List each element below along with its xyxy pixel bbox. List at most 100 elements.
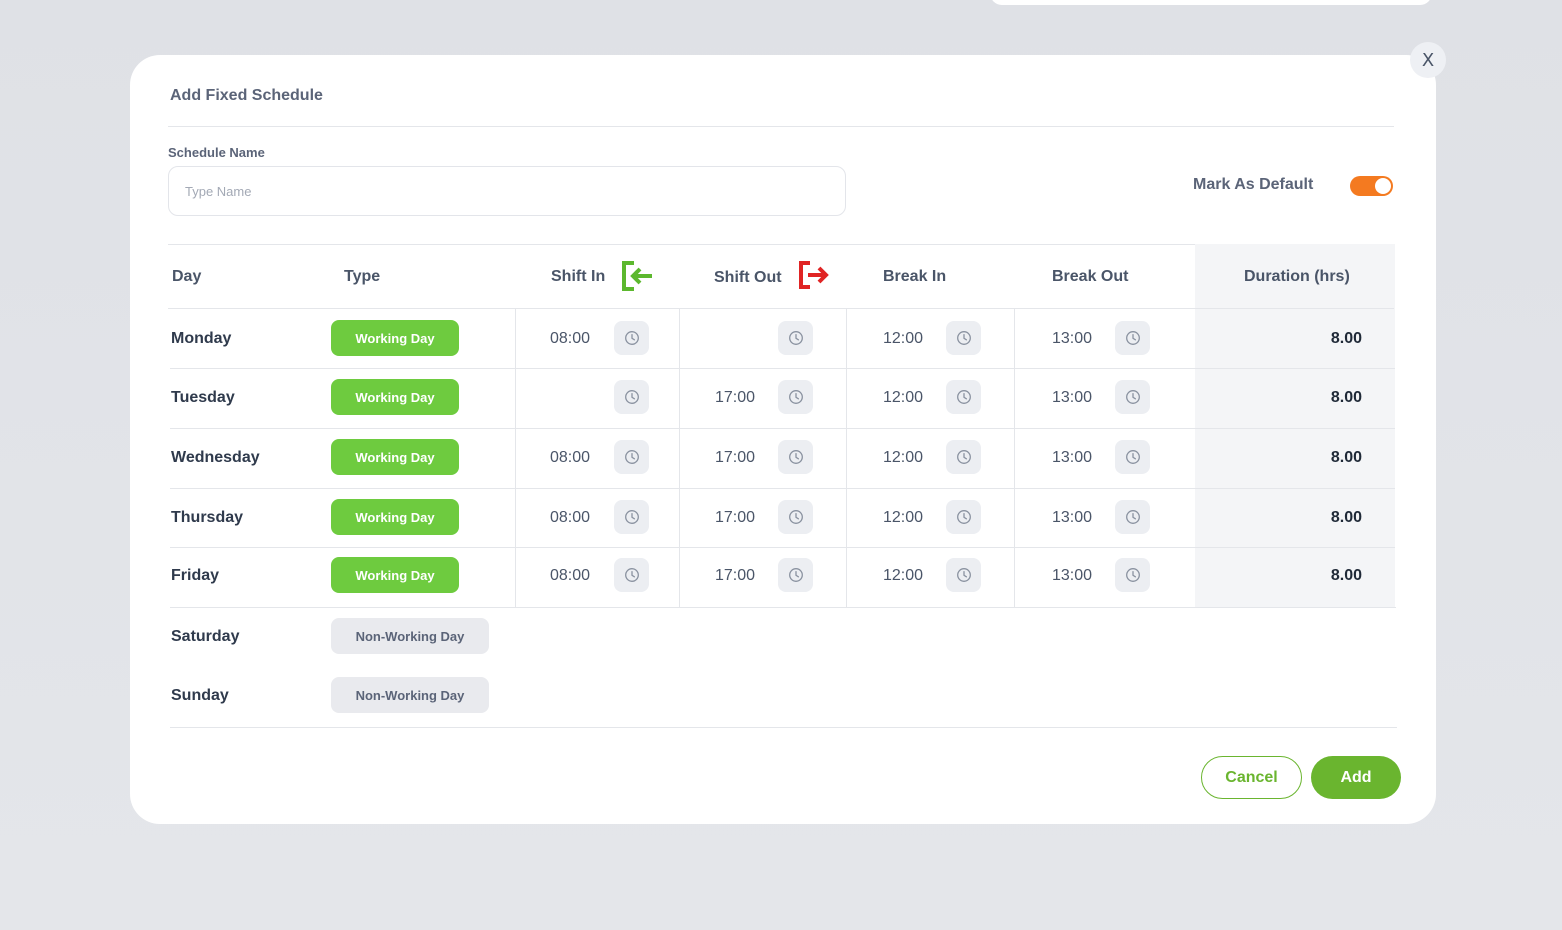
duration-value: 8.00	[1330, 330, 1362, 347]
sign-in-icon	[622, 261, 652, 291]
duration-value: 8.00	[1330, 449, 1362, 466]
clock-icon	[1125, 509, 1141, 525]
background-search-field	[990, 0, 1432, 5]
break-out-time[interactable]: 13:00	[1052, 330, 1092, 348]
break-in-picker-button[interactable]	[946, 500, 981, 534]
break-out-time[interactable]: 13:00	[1052, 509, 1092, 527]
clock-icon	[956, 509, 972, 525]
clock-icon	[788, 567, 804, 583]
shift-out-time[interactable]: 17:00	[715, 389, 755, 407]
header-shift-in: Shift In	[551, 268, 606, 285]
shift-out-picker-button[interactable]	[778, 440, 813, 474]
shift-out-time[interactable]: 17:00	[715, 449, 755, 467]
cancel-button[interactable]: Cancel	[1201, 756, 1302, 799]
add-button[interactable]: Add	[1311, 756, 1401, 799]
clock-icon	[624, 449, 640, 465]
duration-value: 8.00	[1330, 509, 1362, 526]
shift-out-picker-button[interactable]	[778, 321, 813, 355]
clock-icon	[624, 567, 640, 583]
break-in-picker-button[interactable]	[946, 321, 981, 355]
working-day-badge[interactable]: Working Day	[331, 499, 459, 535]
add-schedule-modal: Add Fixed Schedule Schedule Name Mark As…	[130, 55, 1436, 824]
break-in-time[interactable]: 12:00	[883, 330, 923, 348]
working-day-badge[interactable]: Working Day	[331, 379, 459, 415]
break-out-picker-button[interactable]	[1115, 380, 1150, 414]
clock-icon	[1125, 567, 1141, 583]
day-label: Friday	[171, 567, 220, 584]
working-day-badge[interactable]: Working Day	[331, 557, 459, 593]
break-in-picker-button[interactable]	[946, 440, 981, 474]
shift-out-picker-button[interactable]	[778, 380, 813, 414]
shift-in-time[interactable]: 08:00	[550, 449, 590, 467]
non-working-day-badge[interactable]: Non-Working Day	[331, 677, 489, 713]
row-divider	[170, 547, 1395, 548]
toggle-knob	[1375, 178, 1391, 194]
header-break-in: Break In	[883, 268, 947, 285]
footer-divider	[170, 727, 1397, 728]
row-divider	[170, 368, 1395, 369]
shift-in-picker-button[interactable]	[614, 558, 649, 592]
mark-default-label: Mark As Default	[1193, 176, 1314, 193]
schedule-name-label: Schedule Name	[168, 145, 265, 160]
clock-icon	[788, 389, 804, 405]
shift-in-picker-button[interactable]	[614, 380, 649, 414]
header-day: Day	[172, 268, 202, 285]
non-working-day-badge[interactable]: Non-Working Day	[331, 618, 489, 654]
shift-in-picker-button[interactable]	[614, 440, 649, 474]
clock-icon	[624, 330, 640, 346]
break-out-time[interactable]: 13:00	[1052, 389, 1092, 407]
close-modal-button[interactable]: X	[1410, 42, 1446, 78]
day-label: Monday	[171, 330, 232, 347]
working-day-badge[interactable]: Working Day	[331, 439, 459, 475]
duration-value: 8.00	[1330, 567, 1362, 584]
break-out-time[interactable]: 13:00	[1052, 567, 1092, 585]
day-label: Wednesday	[171, 449, 260, 466]
row-divider	[170, 428, 1395, 429]
break-in-picker-button[interactable]	[946, 380, 981, 414]
day-label: Thursday	[171, 509, 244, 526]
duration-value: 8.00	[1330, 389, 1362, 406]
shift-out-time[interactable]: 17:00	[715, 509, 755, 527]
clock-icon	[788, 449, 804, 465]
shift-out-time[interactable]: 17:00	[715, 567, 755, 585]
mark-default-toggle[interactable]	[1350, 176, 1393, 196]
clock-icon	[956, 567, 972, 583]
clock-icon	[956, 389, 972, 405]
break-out-picker-button[interactable]	[1115, 321, 1150, 355]
row-divider	[170, 607, 1396, 608]
shift-out-picker-button[interactable]	[778, 500, 813, 534]
close-icon: X	[1421, 49, 1435, 71]
clock-icon	[1125, 449, 1141, 465]
clock-icon	[788, 509, 804, 525]
break-out-picker-button[interactable]	[1115, 558, 1150, 592]
header-type: Type	[344, 268, 381, 285]
break-in-picker-button[interactable]	[946, 558, 981, 592]
row-divider	[170, 488, 1395, 489]
shift-in-time[interactable]: 08:00	[550, 567, 590, 585]
sign-out-icon	[799, 261, 829, 289]
column-divider	[515, 308, 516, 607]
break-out-picker-button[interactable]	[1115, 440, 1150, 474]
working-day-badge[interactable]: Working Day	[331, 320, 459, 356]
break-out-picker-button[interactable]	[1115, 500, 1150, 534]
clock-icon	[624, 509, 640, 525]
shift-in-time[interactable]: 08:00	[550, 509, 590, 527]
modal-title: Add Fixed Schedule	[170, 87, 323, 104]
clock-icon	[624, 389, 640, 405]
shift-in-time[interactable]: 08:00	[550, 330, 590, 348]
break-in-time[interactable]: 12:00	[883, 567, 923, 585]
shift-out-picker-button[interactable]	[778, 558, 813, 592]
day-label: Sunday	[171, 687, 229, 704]
break-in-time[interactable]: 12:00	[883, 509, 923, 527]
clock-icon	[956, 330, 972, 346]
break-in-time[interactable]: 12:00	[883, 449, 923, 467]
clock-icon	[788, 330, 804, 346]
schedule-name-input[interactable]	[168, 166, 846, 216]
shift-in-picker-button[interactable]	[614, 321, 649, 355]
column-divider	[846, 308, 847, 607]
row-divider	[168, 308, 1394, 309]
shift-in-picker-button[interactable]	[614, 500, 649, 534]
header-duration: Duration (hrs)	[1244, 268, 1350, 285]
break-out-time[interactable]: 13:00	[1052, 449, 1092, 467]
break-in-time[interactable]: 12:00	[883, 389, 923, 407]
